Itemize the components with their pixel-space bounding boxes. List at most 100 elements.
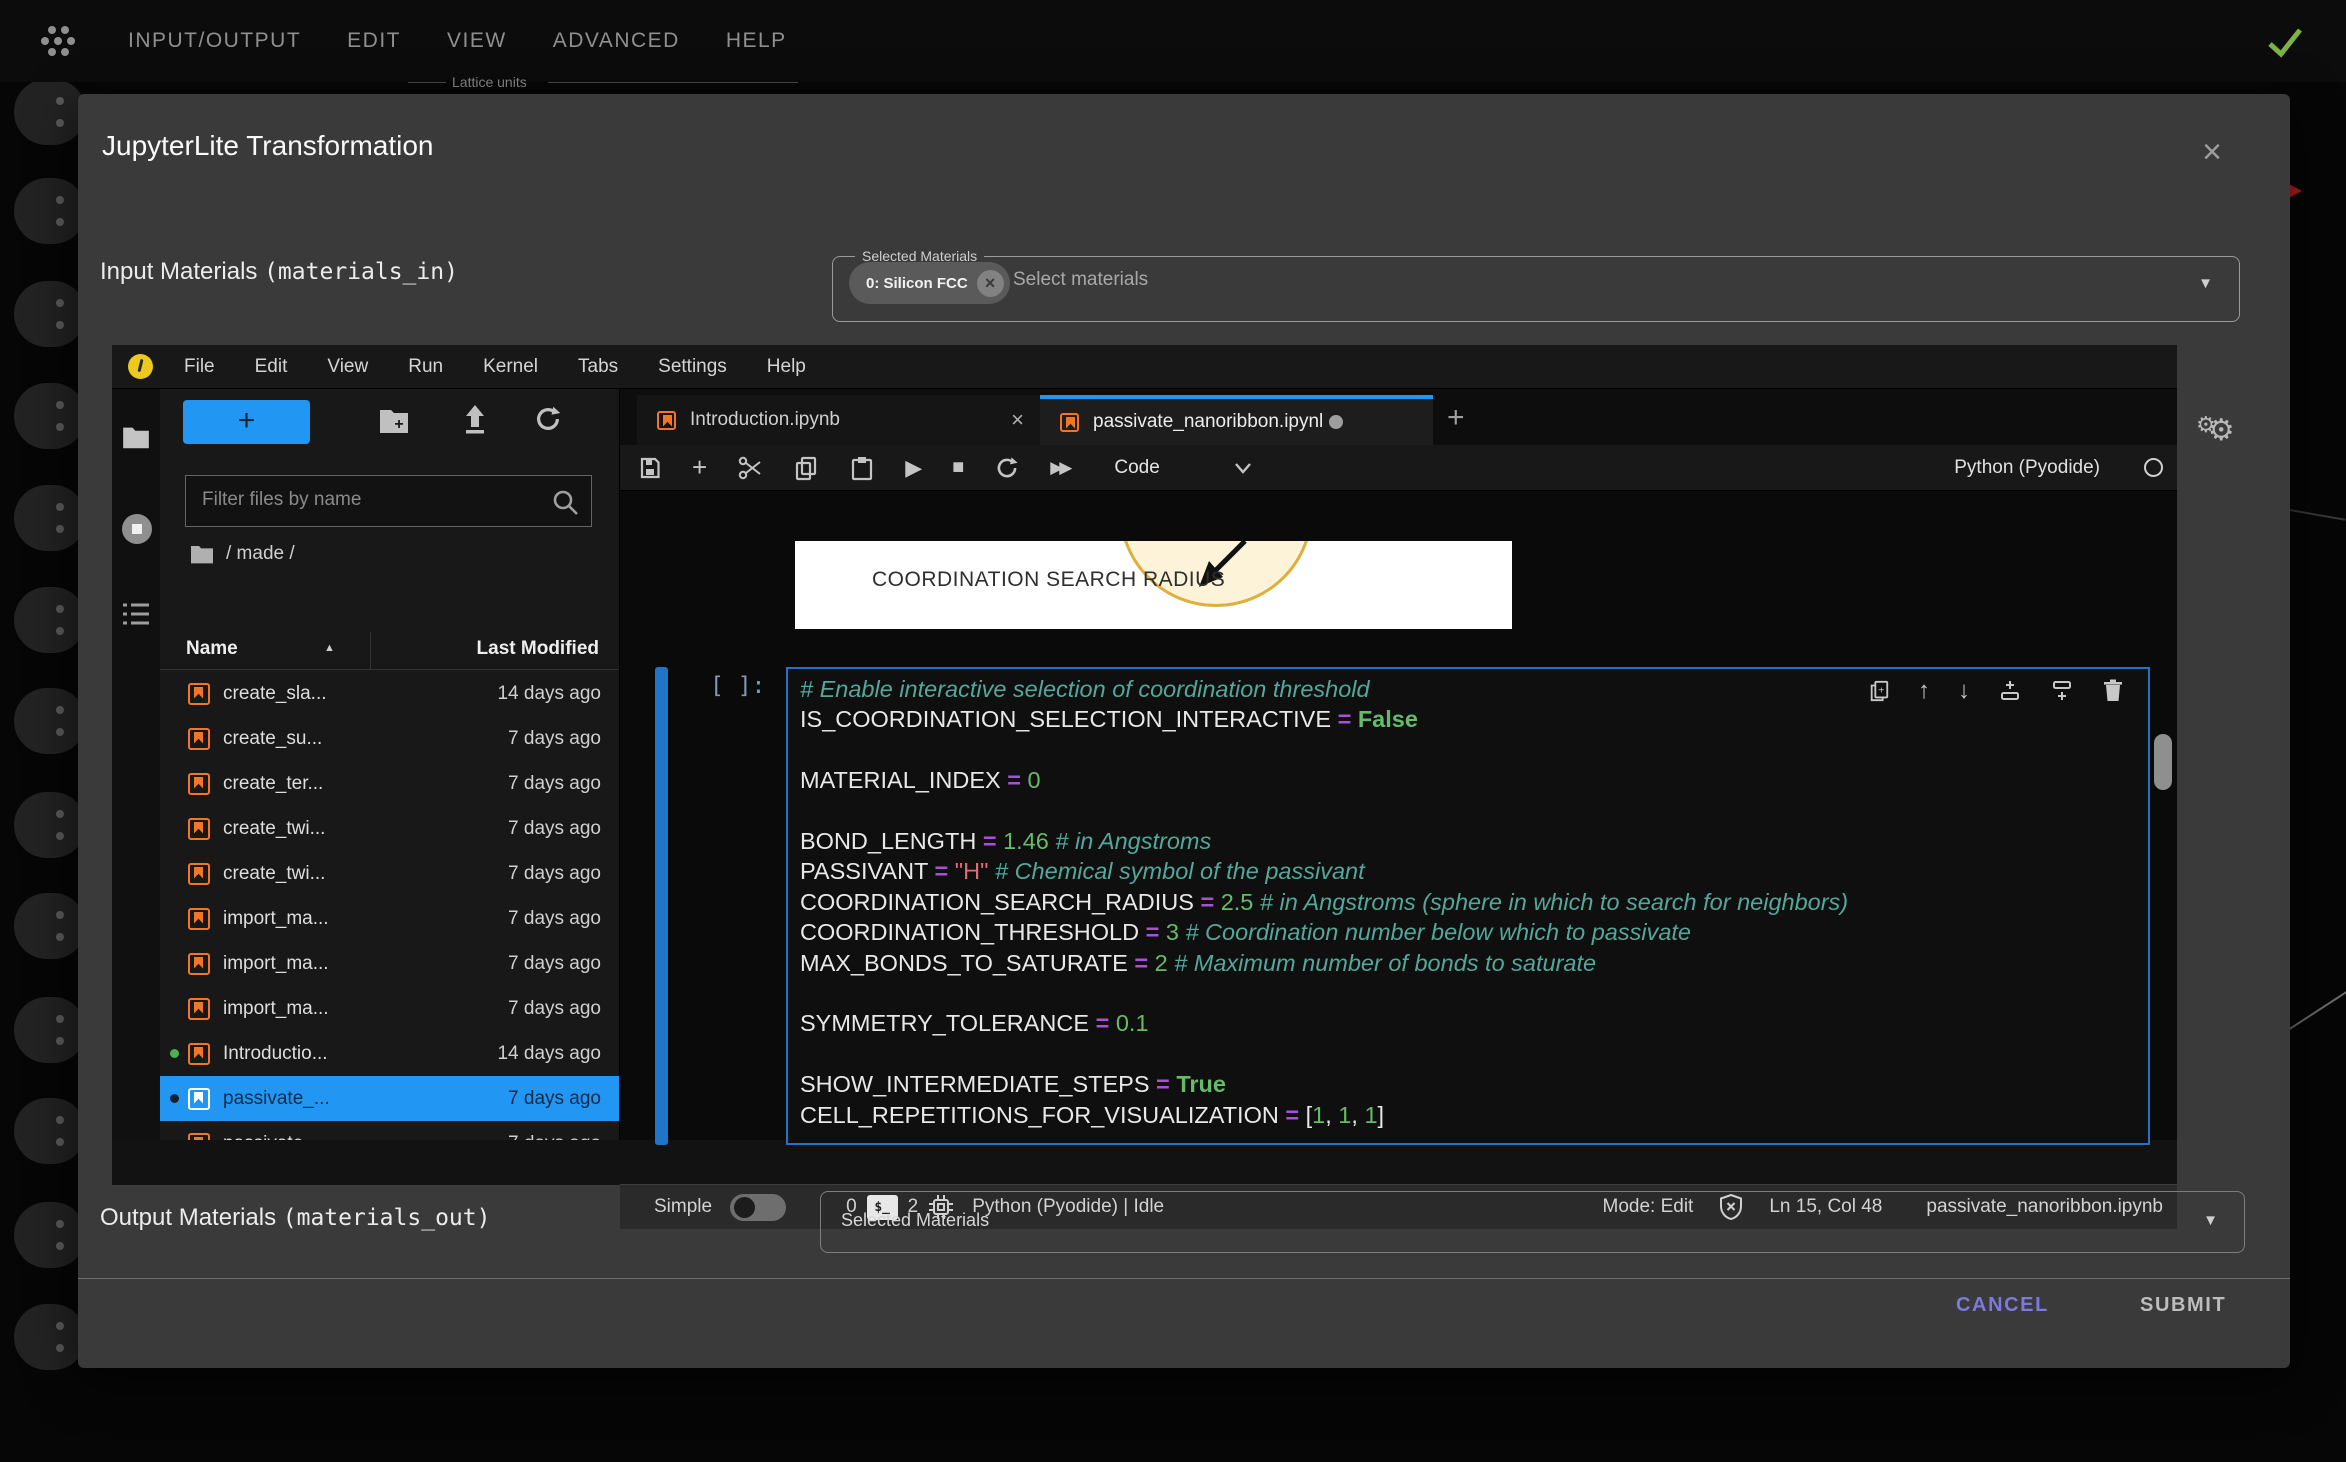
widget-handle[interactable] xyxy=(14,383,86,449)
code-cell-editor[interactable]: # Enable interactive selection of coordi… xyxy=(786,667,2150,1145)
code-line[interactable] xyxy=(800,796,1848,826)
code-line[interactable] xyxy=(800,1039,1848,1069)
widget-handle[interactable] xyxy=(14,587,86,653)
jupyter-menu-help[interactable]: Help xyxy=(767,356,806,378)
insert-cell-above-icon[interactable] xyxy=(1998,679,2022,703)
move-cell-up-icon[interactable]: ↑ xyxy=(1918,677,1930,705)
code-line[interactable]: COORDINATION_THRESHOLD = 3 # Coordinatio… xyxy=(800,917,1848,947)
new-tab-icon[interactable]: + xyxy=(1447,403,1465,433)
move-cell-down-icon[interactable]: ↓ xyxy=(1958,677,1970,705)
restart-kernel-icon[interactable] xyxy=(994,455,1020,481)
widget-settings-gears-icon[interactable]: ⚙⚙ xyxy=(2196,412,2235,448)
duplicate-cell-icon[interactable]: + xyxy=(1868,679,1890,703)
file-row[interactable]: create_ter... 7 days ago xyxy=(160,761,619,806)
material-chip[interactable]: 0: Silicon FCC × xyxy=(849,262,1010,304)
chip-remove-icon[interactable]: × xyxy=(977,270,1004,297)
chevron-down-icon[interactable] xyxy=(1234,462,1252,474)
upload-icon[interactable] xyxy=(460,403,490,440)
code-line[interactable]: SYMMETRY_TOLERANCE = 0.1 xyxy=(800,1008,1848,1038)
restart-run-all-icon[interactable]: ▶▶ xyxy=(1050,458,1068,478)
jupyter-menu-kernel[interactable]: Kernel xyxy=(483,356,538,378)
paste-cells-icon[interactable] xyxy=(849,455,875,481)
code-line[interactable]: CELL_REPETITIONS_FOR_VISUALIZATION = [1,… xyxy=(800,1100,1848,1130)
widget-handle[interactable] xyxy=(14,79,86,145)
kernel-name-button[interactable]: Python (Pyodide) xyxy=(1954,457,2100,479)
delete-cell-icon[interactable] xyxy=(2102,679,2124,703)
file-row[interactable]: passivate_... 7 days ago xyxy=(160,1076,619,1121)
column-name[interactable]: Name xyxy=(186,638,238,660)
tab-passivate-nanoribbon[interactable]: passivate_nanoribbon.ipynl xyxy=(1040,395,1433,445)
notebook-scrollbar-thumb[interactable] xyxy=(2154,734,2172,790)
insert-cell-icon[interactable]: + xyxy=(692,452,707,483)
widget-handle[interactable] xyxy=(14,485,86,551)
code-line[interactable]: PASSIVANT = "H" # Chemical symbol of the… xyxy=(800,856,1848,886)
selected-materials-input[interactable]: Selected Materials 0: Silicon FCC × Sele… xyxy=(832,248,2240,322)
file-row[interactable]: create_sla... 14 days ago xyxy=(160,671,619,716)
submit-button[interactable]: SUBMIT xyxy=(2140,1294,2226,1317)
code-line[interactable]: BOND_LENGTH = 1.46 # in Angstroms xyxy=(800,826,1848,856)
code-text[interactable]: # Enable interactive selection of coordi… xyxy=(800,674,1848,1130)
app-menu-advanced[interactable]: ADVANCED xyxy=(553,29,680,53)
code-line[interactable]: MATERIAL_INDEX = 0 xyxy=(800,765,1848,795)
save-icon[interactable] xyxy=(638,456,662,480)
run-cell-icon[interactable]: ▶ xyxy=(905,455,922,481)
file-row[interactable]: create_twi... 7 days ago xyxy=(160,806,619,851)
jupyter-menu-settings[interactable]: Settings xyxy=(658,356,727,378)
simple-mode-toggle[interactable] xyxy=(730,1194,786,1221)
jupyter-menu-run[interactable]: Run xyxy=(408,356,443,378)
stop-kernel-icon[interactable]: ■ xyxy=(952,456,964,479)
cell-type-select[interactable]: Code xyxy=(1114,457,1159,479)
jupyter-menu-edit[interactable]: Edit xyxy=(255,356,288,378)
jupyter-menu-view[interactable]: View xyxy=(327,356,368,378)
dropdown-arrow-icon[interactable]: ▼ xyxy=(2203,1212,2218,1229)
app-menu-help[interactable]: HELP xyxy=(726,29,787,53)
file-row[interactable]: Introductio... 14 days ago xyxy=(160,1031,619,1076)
dropdown-arrow-icon[interactable]: ▼ xyxy=(2198,275,2213,292)
file-browser-tab-icon[interactable] xyxy=(122,425,150,454)
app-menu-view[interactable]: VIEW xyxy=(447,29,507,53)
tab-introduction[interactable]: Introduction.ipynb × xyxy=(637,395,1040,445)
cut-cells-icon[interactable] xyxy=(737,455,763,481)
widget-handle[interactable] xyxy=(14,1098,86,1164)
widget-handle[interactable] xyxy=(14,178,86,244)
app-menu-edit[interactable]: EDIT xyxy=(347,29,401,53)
code-line[interactable] xyxy=(800,735,1848,765)
sort-ascending-icon[interactable]: ▲ xyxy=(324,642,335,654)
refresh-file-list-icon[interactable] xyxy=(533,404,563,439)
cancel-button[interactable]: CANCEL xyxy=(1956,1294,2049,1317)
widget-handle[interactable] xyxy=(14,792,86,858)
tab-close-icon[interactable]: × xyxy=(1011,407,1024,433)
code-line[interactable]: COORDINATION_SEARCH_RADIUS = 2.5 # in An… xyxy=(800,887,1848,917)
file-row[interactable]: create_su... 7 days ago xyxy=(160,716,619,761)
close-icon[interactable]: × xyxy=(2190,130,2234,174)
table-of-contents-tab-icon[interactable] xyxy=(122,601,150,632)
code-line[interactable]: SHOW_INTERMEDIATE_STEPS = True xyxy=(800,1069,1848,1099)
app-menu-input-output[interactable]: INPUT/OUTPUT xyxy=(128,29,301,53)
code-line[interactable] xyxy=(800,978,1848,1008)
file-row[interactable]: passivate_... 7 days ago xyxy=(160,1121,619,1140)
widget-handle[interactable] xyxy=(14,997,86,1063)
jupyter-menu-tabs[interactable]: Tabs xyxy=(578,356,618,378)
widget-handle[interactable] xyxy=(14,281,86,347)
file-row[interactable]: import_ma... 7 days ago xyxy=(160,896,619,941)
copy-cells-icon[interactable] xyxy=(793,455,819,481)
widget-handle[interactable] xyxy=(14,893,86,959)
kernel-status-icon[interactable] xyxy=(2144,458,2163,477)
widget-handle[interactable] xyxy=(14,688,86,754)
insert-cell-below-icon[interactable] xyxy=(2050,679,2074,703)
column-last-modified[interactable]: Last Modified xyxy=(477,638,599,660)
cell-collapser[interactable] xyxy=(655,667,668,1145)
file-row[interactable]: import_ma... 7 days ago xyxy=(160,941,619,986)
running-sessions-tab-icon[interactable] xyxy=(122,514,152,544)
widget-handle[interactable] xyxy=(14,1304,86,1370)
code-line[interactable]: IS_COORDINATION_SELECTION_INTERACTIVE = … xyxy=(800,704,1848,734)
code-line[interactable]: # Enable interactive selection of coordi… xyxy=(800,674,1848,704)
new-folder-icon[interactable]: + xyxy=(378,407,410,440)
file-row[interactable]: create_twi... 7 days ago xyxy=(160,851,619,896)
app-logo-icon[interactable] xyxy=(38,21,78,61)
filter-files-input[interactable]: Filter files by name xyxy=(185,475,592,527)
new-launcher-button[interactable]: + xyxy=(183,400,310,444)
output-materials-select[interactable]: Selected Materials ▼ xyxy=(820,1191,2245,1253)
widget-handle[interactable] xyxy=(14,1202,86,1268)
file-row[interactable]: import_ma... 7 days ago xyxy=(160,986,619,1031)
